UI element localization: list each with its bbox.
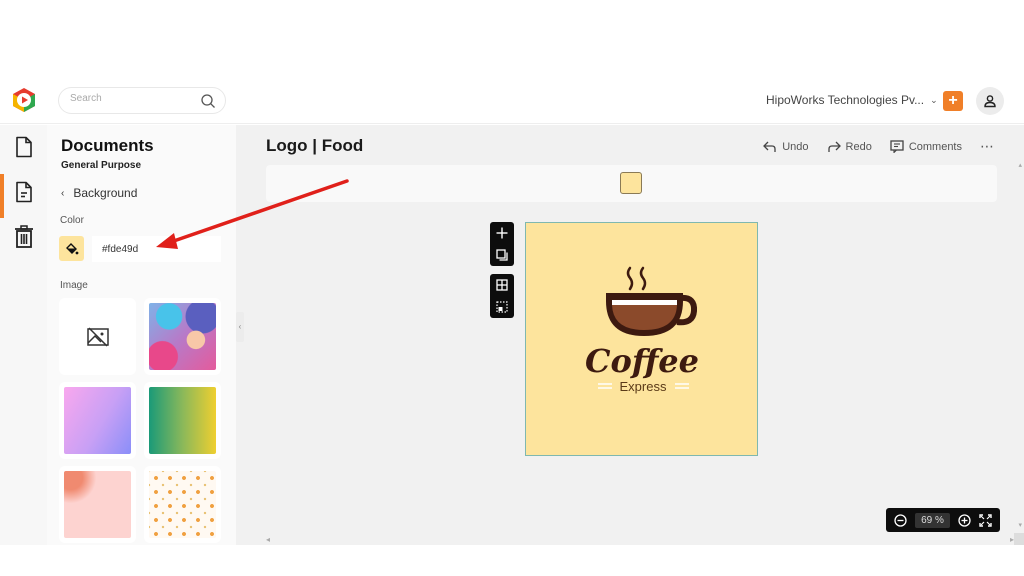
panel-title: Documents — [61, 136, 154, 155]
bg-image-gradient-pink[interactable] — [59, 382, 136, 459]
bg-image-bokeh[interactable] — [144, 298, 221, 375]
annotation-arrow — [156, 179, 349, 249]
undo-label: Undo — [782, 140, 809, 153]
zoom-out-icon[interactable] — [894, 513, 907, 527]
document-title[interactable]: Logo | Food — [266, 136, 363, 156]
more-icon: ⋯ — [980, 138, 994, 154]
panel-subtitle: General Purpose — [61, 160, 142, 171]
bg-image-none[interactable] — [59, 298, 136, 375]
comments-label: Comments — [908, 140, 962, 153]
rail-item-templates[interactable] — [0, 172, 47, 218]
zoom-in-icon[interactable] — [958, 513, 971, 527]
logo-icon — [13, 88, 35, 112]
redo-button[interactable]: Redo — [827, 141, 872, 153]
add-page-icon[interactable] — [496, 227, 508, 239]
rail-item-documents[interactable] — [0, 127, 47, 167]
context-toolbar — [266, 165, 997, 202]
color-picker-button[interactable] — [59, 236, 84, 261]
chevron-left-icon: ‹ — [61, 187, 65, 199]
chevron-down-icon: ⌄ — [930, 94, 938, 105]
bg-image-gradient-green[interactable] — [144, 382, 221, 459]
coffee-logo[interactable]: Coffee Express — [526, 223, 759, 457]
design-canvas[interactable]: Coffee Express — [525, 222, 758, 456]
coffee-cup-icon — [606, 293, 698, 336]
editor-actions: Undo Redo Comments ⋯ — [763, 138, 994, 155]
user-icon — [984, 95, 996, 108]
app-logo[interactable] — [11, 87, 37, 113]
more-options-button[interactable]: ⋯ — [980, 138, 994, 155]
zoom-level[interactable]: 69 % — [915, 512, 950, 528]
duplicate-page-icon[interactable] — [496, 249, 508, 261]
collapse-panel-handle[interactable]: ‹ — [236, 312, 244, 342]
search-box[interactable] — [58, 87, 226, 114]
color-label: Color — [60, 215, 84, 226]
back-to-background[interactable]: ‹ Background — [61, 186, 137, 200]
app: HipoWorks Technologies Pv... ⌄ + — [0, 80, 1024, 545]
fullscreen-icon[interactable] — [979, 513, 992, 527]
no-image-icon — [86, 326, 109, 347]
select-area-icon[interactable] — [496, 301, 508, 313]
bg-image-fruit-pattern[interactable] — [144, 466, 221, 543]
undo-button[interactable]: Undo — [763, 140, 809, 153]
scroll-down-arrow[interactable]: ▾ — [1018, 521, 1022, 529]
back-label: Background — [73, 186, 138, 200]
logo-title: Coffee — [585, 342, 699, 380]
steam-icon — [626, 266, 647, 291]
scroll-up-arrow[interactable]: ▴ — [1018, 161, 1022, 169]
comments-button[interactable]: Comments — [890, 140, 962, 153]
background-color-chip[interactable] — [620, 172, 642, 194]
bg-image-floral[interactable] — [59, 466, 136, 543]
rail-item-trash[interactable] — [0, 217, 47, 257]
undo-icon — [763, 141, 776, 152]
user-menu-button[interactable] — [976, 87, 1004, 115]
page-tools-bottom — [490, 274, 514, 318]
comment-icon — [890, 140, 904, 153]
paint-bucket-icon — [65, 242, 78, 254]
zoom-unit: % — [934, 514, 944, 526]
top-bar: HipoWorks Technologies Pv... ⌄ + — [0, 80, 1024, 124]
zoom-controls: 69 % — [886, 508, 1000, 532]
search-icon[interactable] — [200, 93, 216, 109]
scroll-left-arrow[interactable]: ◂ — [266, 535, 270, 544]
scrollbar-corner — [1014, 533, 1024, 545]
vertical-scrollbar[interactable]: ▴ ▾ — [1014, 125, 1024, 545]
trash-icon — [14, 225, 33, 248]
left-rail — [0, 125, 47, 545]
add-button[interactable]: + — [943, 91, 963, 111]
image-label: Image — [60, 280, 88, 291]
grid-icon[interactable] — [496, 279, 508, 291]
search-input[interactable] — [70, 93, 190, 104]
org-switcher[interactable]: HipoWorks Technologies Pv... ⌄ — [766, 93, 938, 107]
page-tools-top — [490, 222, 514, 266]
zoom-value: 69 — [921, 514, 933, 526]
redo-icon — [827, 141, 841, 152]
logo-subtitle: Express — [620, 379, 667, 394]
file-text-icon — [15, 181, 32, 203]
redo-label: Redo — [845, 140, 872, 153]
org-name: HipoWorks Technologies Pv... — [766, 93, 925, 107]
file-icon — [15, 136, 32, 158]
